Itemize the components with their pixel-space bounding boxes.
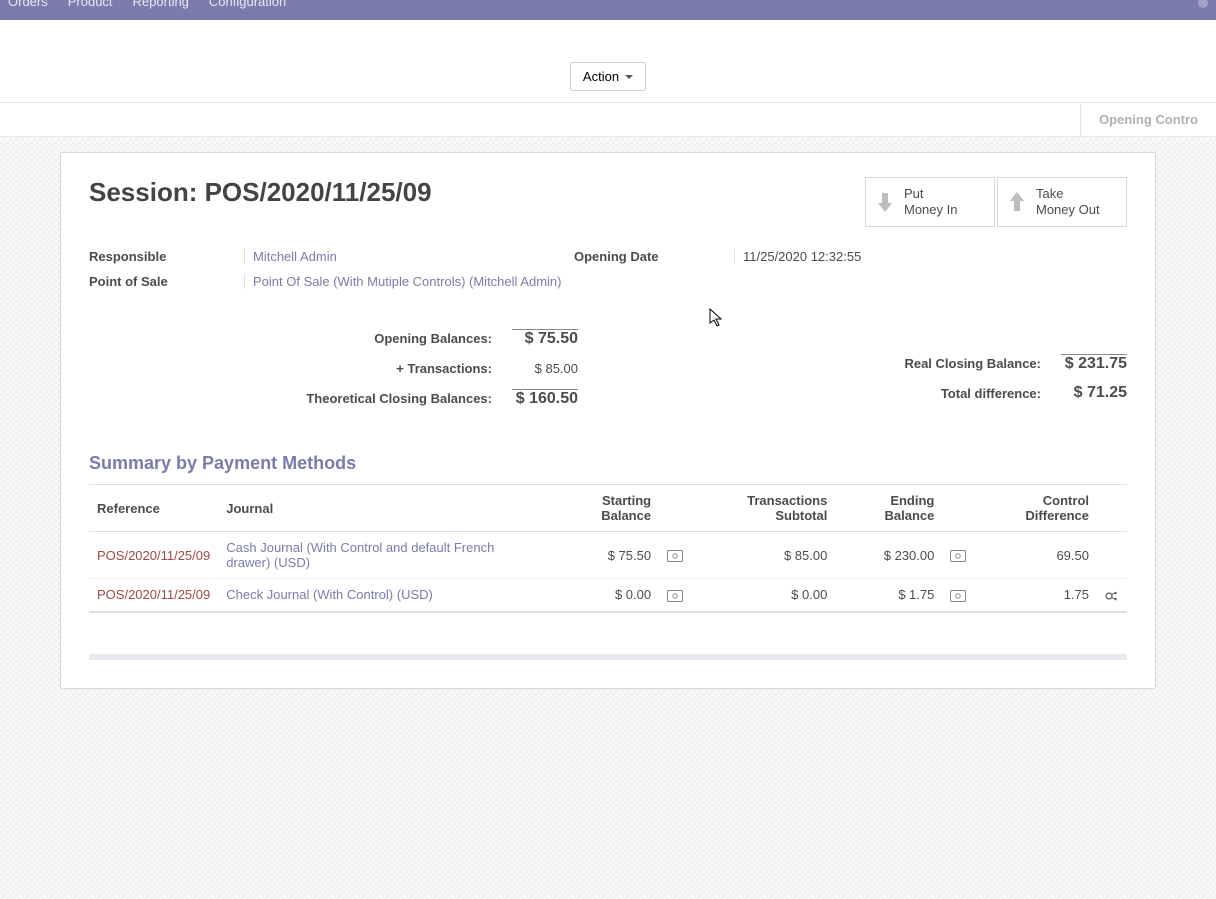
- responsible-value[interactable]: Mitchell Admin: [244, 249, 574, 264]
- col-ending-balance[interactable]: Ending Balance: [835, 485, 942, 532]
- journal-link[interactable]: Check Journal (With Control) (USD): [218, 579, 547, 612]
- arrow-up-out-icon: [1008, 191, 1026, 213]
- control-panel: Action: [0, 20, 1216, 103]
- top-nav: Orders Product Reporting Configuration: [0, 0, 1216, 20]
- session-title: Session: POS/2020/11/25/09: [89, 177, 432, 208]
- transactions-label: + Transactions:: [396, 361, 492, 376]
- reference-link[interactable]: POS/2020/11/25/09: [89, 532, 218, 579]
- payments-table: Reference Journal Starting Balance Trans…: [89, 484, 1127, 612]
- nav-product[interactable]: Product: [68, 0, 113, 4]
- opening-date-label: Opening Date: [574, 249, 734, 264]
- control-difference-value: 69.50: [974, 532, 1097, 579]
- stage-opening-control[interactable]: Opening Contro: [1080, 103, 1216, 136]
- col-transactions-subtotal[interactable]: Transactions Subtotal: [691, 485, 835, 532]
- theoretical-label: Theoretical Closing Balances:: [306, 391, 492, 406]
- caret-down-icon: [625, 75, 633, 79]
- col-control-difference[interactable]: Control Difference: [974, 485, 1097, 532]
- transactions-subtotal-value: $ 85.00: [691, 532, 835, 579]
- action-dropdown[interactable]: Action: [570, 62, 646, 91]
- action-label: Action: [583, 69, 619, 84]
- table-row[interactable]: POS/2020/11/25/09 Check Journal (With Co…: [89, 579, 1127, 612]
- ending-balance-value: $ 230.00: [835, 532, 942, 579]
- info-grid: Responsible Mitchell Admin Opening Date …: [89, 249, 1127, 289]
- total-diff-value: $ 71.25: [1061, 384, 1127, 402]
- starting-balance-value: $ 0.00: [548, 579, 659, 612]
- money-detail-icon[interactable]: [659, 579, 691, 612]
- form-sheet: Session: POS/2020/11/25/09 Put Money In: [60, 152, 1156, 689]
- take-money-out-l2: Money Out: [1036, 202, 1100, 218]
- starting-balance-value: $ 75.50: [548, 532, 659, 579]
- money-detail-icon[interactable]: [659, 532, 691, 579]
- statusbar: Opening Contro: [0, 103, 1216, 137]
- point-of-sale-label: Point of Sale: [89, 274, 244, 289]
- balances: Opening Balances: $ 75.50 + Transactions…: [89, 323, 1127, 413]
- point-of-sale-value[interactable]: Point Of Sale (With Mutiple Controls) (M…: [244, 274, 994, 289]
- col-cd-icon: [1097, 485, 1127, 532]
- arrow-down-in-icon: [876, 191, 894, 213]
- user-avatar-icon[interactable]: [1198, 0, 1208, 8]
- responsible-label: Responsible: [89, 249, 244, 264]
- nav-configuration[interactable]: Configuration: [209, 0, 286, 4]
- opening-balances-label: Opening Balances:: [374, 331, 492, 346]
- nav-orders[interactable]: Orders: [8, 0, 48, 4]
- sheet-footer-line: [89, 654, 1127, 660]
- transactions-value: $ 85.00: [512, 361, 578, 376]
- col-reference[interactable]: Reference: [89, 485, 218, 532]
- put-money-in-button[interactable]: Put Money In: [865, 177, 995, 227]
- col-journal[interactable]: Journal: [218, 485, 547, 532]
- control-difference-value: 1.75: [974, 579, 1097, 612]
- table-header-row: Reference Journal Starting Balance Trans…: [89, 485, 1127, 532]
- transactions-subtotal-value: $ 0.00: [691, 579, 835, 612]
- opening-date-value: 11/25/2020 12:32:55: [734, 249, 994, 264]
- table-row[interactable]: POS/2020/11/25/09 Cash Journal (With Con…: [89, 532, 1127, 579]
- journal-link[interactable]: Cash Journal (With Control and default F…: [218, 532, 547, 579]
- nav-reporting[interactable]: Reporting: [133, 0, 189, 4]
- reference-link[interactable]: POS/2020/11/25/09: [89, 579, 218, 612]
- opening-balances-value: $ 75.50: [512, 329, 578, 348]
- real-closing-label: Real Closing Balance:: [904, 356, 1041, 371]
- table-footer: [89, 612, 1127, 630]
- col-eb-icon: [942, 485, 974, 532]
- put-money-in-l1: Put: [904, 186, 957, 202]
- ending-balance-value: $ 1.75: [835, 579, 942, 612]
- real-closing-value: $ 231.75: [1061, 354, 1127, 373]
- put-money-in-l2: Money In: [904, 202, 957, 218]
- settings-icon[interactable]: [1097, 579, 1127, 612]
- theoretical-value: $ 160.50: [512, 389, 578, 408]
- money-detail-icon[interactable]: [942, 532, 974, 579]
- button-box: Put Money In Take Money Out: [865, 177, 1127, 227]
- col-sb-icon: [659, 485, 691, 532]
- summary-title: Summary by Payment Methods: [89, 453, 1127, 474]
- money-detail-icon[interactable]: [942, 579, 974, 612]
- total-diff-label: Total difference:: [941, 386, 1041, 401]
- take-money-out-l1: Take: [1036, 186, 1100, 202]
- take-money-out-button[interactable]: Take Money Out: [997, 177, 1127, 227]
- col-starting-balance[interactable]: Starting Balance: [548, 485, 659, 532]
